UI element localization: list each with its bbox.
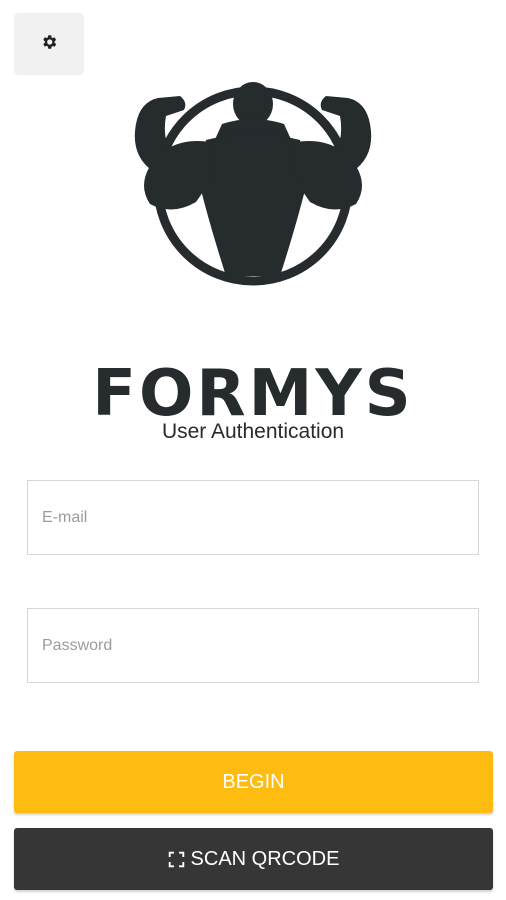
settings-button[interactable] (14, 13, 84, 75)
brand-name: FORMYS (92, 357, 414, 431)
begin-button-label: BEGIN (222, 770, 285, 793)
email-field[interactable] (27, 480, 479, 555)
begin-button[interactable]: BEGIN (14, 751, 493, 813)
auth-title: User Authentication (161, 420, 345, 443)
scan-qrcode-label: SCAN QRCODE (190, 847, 340, 870)
qr-scan-icon (168, 851, 185, 868)
password-field[interactable] (27, 608, 479, 683)
scan-qrcode-button[interactable]: SCAN QRCODE (14, 828, 493, 890)
bodybuilder-logo-icon (134, 82, 372, 286)
app-logo: FORMYS (0, 70, 506, 426)
gear-icon (40, 33, 58, 56)
